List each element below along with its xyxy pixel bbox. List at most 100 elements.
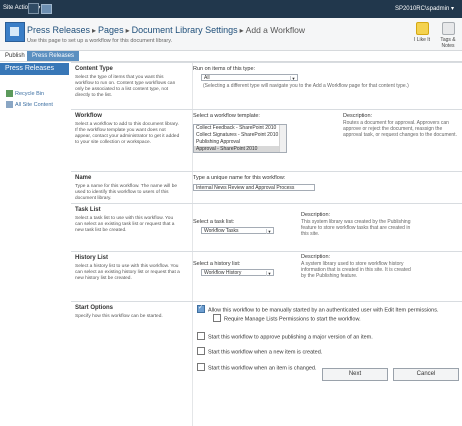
content-type-select[interactable]: All ▼ [201,74,298,81]
start-on-change-option[interactable]: Start this workflow when an item is chan… [197,363,317,372]
chevron-down-icon: ▼ [290,76,296,81]
checkbox[interactable] [197,332,205,340]
user-menu[interactable]: SP2010RC\spadmin ▾ [395,5,454,12]
workflow-name-input[interactable]: Internal News Review and Approval Proces… [193,184,315,191]
select-value: Workflow Tasks [204,228,239,234]
next-button[interactable]: Next [322,368,388,381]
checkbox[interactable] [197,363,205,371]
checkbox[interactable] [197,304,205,313]
breadcrumb-separator-icon: ▸ [125,26,130,35]
workflow-template-option[interactable]: Collect Signatures - SharePoint 2010 [194,132,286,139]
listbox-scrollbar[interactable] [279,125,286,152]
section-description: Select a history list to use with this w… [75,264,180,281]
folder-icon[interactable] [41,4,52,14]
task-list-select[interactable]: Workflow Tasks ▼ [201,227,274,234]
field-label: Select a task list: [193,219,235,225]
description-label: Description: [343,113,373,119]
nav-all-site-content-label: All Site Content [15,101,53,108]
page-subtitle: Use this page to set up a workflow for t… [27,38,173,44]
section-description: Select the type of items that you want t… [75,75,176,98]
section-title: Workflow [75,113,102,119]
left-navigation: Press Releases Recycle Bin All Site Cont… [0,62,69,400]
start-options: Allow this workflow to be manually start… [192,302,462,426]
nav-heading[interactable]: Press Releases [0,63,69,75]
content-area: Content Type Select the type of items th… [71,62,462,426]
tab-publish[interactable]: Publish [0,51,30,61]
task-list-options: Select a task list: Workflow Tasks ▼ Desc… [192,204,462,251]
section-title: Task List [75,207,101,213]
i-like-it-button[interactable]: I Like It [410,22,434,43]
description-label: Description: [301,254,331,260]
option-label: Require Manage Lists Permissions to star… [224,316,361,323]
option-label: Start this workflow to approve publishin… [208,334,373,341]
tags-notes-label: Tags & Notes [440,37,456,49]
start-on-create-option[interactable]: Start this workflow when a new item is c… [197,347,323,356]
option-label: Start this workflow when an item is chan… [208,365,317,372]
history-list-section: History List Select a history list to us… [71,251,462,301]
field-label: Type a unique name for this workflow: [193,175,286,181]
section-description: Select a task list to use with this work… [75,216,175,233]
name-section: Name Type a name for this workflow. The … [71,171,462,203]
content-type-note: (Selecting a different type will navigat… [203,83,409,89]
back-icon[interactable] [28,3,39,14]
workflow-section: Workflow Select a workflow to add to thi… [71,109,462,171]
checkbox[interactable] [197,347,205,355]
page-title: Add a Workflow [245,25,306,35]
require-manage-lists-option[interactable]: Require Manage Lists Permissions to star… [213,314,361,323]
chevron-down-icon: ▼ [266,271,272,276]
section-title: Start Options [75,305,114,311]
breadcrumb-item[interactable]: Press Releases [27,25,90,35]
i-like-it-label: I Like It [413,37,431,43]
workflow-description: Routes a document for approval. Approver… [343,120,457,138]
history-list-description: A system library used to store workflow … [301,261,411,279]
checkbox[interactable] [213,314,221,322]
site-logo [5,22,25,42]
select-value: Workflow History [204,270,242,276]
thumbs-up-icon [415,22,429,35]
content-type-section: Content Type Select the type of items th… [71,62,462,109]
cancel-button[interactable]: Cancel [393,368,459,381]
name-options: Type a unique name for this workflow: In… [192,172,462,203]
task-list-description: This system library was created by the P… [301,219,411,237]
breadcrumb-item[interactable]: Pages [98,25,124,35]
site-content-icon [6,101,13,108]
breadcrumb-item[interactable]: Document Library Settings [132,25,238,35]
nav-all-site-content[interactable]: All Site Content [6,101,53,108]
workflow-template-option[interactable]: Collect Feedback - SharePoint 2010 [194,125,286,132]
workflow-options: Select a workflow template: Collect Feed… [192,110,462,171]
top-ribbon: Site Actions▼ SP2010RC\spadmin ▾ [0,0,462,18]
tags-notes-button[interactable]: Tags & Notes [436,22,460,49]
nav-recycle-bin-label: Recycle Bin [15,90,45,97]
section-description: Type a name for this workflow. The name … [75,184,178,201]
option-label: Allow this workflow to be manually start… [208,307,439,314]
history-list-options: Select a history list: Workflow History ▼… [192,252,462,301]
start-on-publish-option[interactable]: Start this workflow to approve publishin… [197,332,373,341]
breadcrumb-separator-icon: ▸ [239,26,244,35]
content-type-options: Run on items of this type: All ▼ (Selecti… [192,63,462,109]
manual-start-option[interactable]: Allow this workflow to be manually start… [197,304,439,314]
breadcrumb-separator-icon: ▸ [92,26,97,35]
option-label: Start this workflow when a new item is c… [208,349,323,356]
task-list-section: Task List Select a task list to use with… [71,203,462,251]
workflow-template-option-selected[interactable]: Approval - SharePoint 2010 [194,146,286,152]
nav-recycle-bin[interactable]: Recycle Bin [6,90,44,97]
workflow-template-option[interactable]: Publishing Approval [194,139,286,146]
history-list-select[interactable]: Workflow History ▼ [201,269,274,276]
section-description: Specify how this workflow can be started… [75,314,163,319]
user-name: SP2010RC\spadmin [394,6,450,12]
section-title: Content Type [75,66,113,72]
ribbon-tabs: Publish Press Releases [0,51,462,62]
section-description: Select a workflow to add to this documen… [75,122,180,145]
breadcrumb: Press Releases ▸ Pages ▸ Document Library Se… [27,25,305,35]
description-label: Description: [301,212,331,218]
start-options-section: Start Options Specify how this workflow … [71,301,462,426]
section-title: Name [75,175,92,181]
field-label: Select a history list: [193,261,241,267]
field-label: Select a workflow template: [193,113,260,119]
tab-press-releases[interactable]: Press Releases [27,51,80,61]
chevron-down-icon: ▼ [266,229,272,234]
workflow-template-listbox[interactable]: Collect Feedback - SharePoint 2010 Colle… [193,124,287,153]
tag-icon [441,22,455,35]
field-label: Run on items of this type: [193,66,256,72]
section-title: History List [75,255,109,261]
